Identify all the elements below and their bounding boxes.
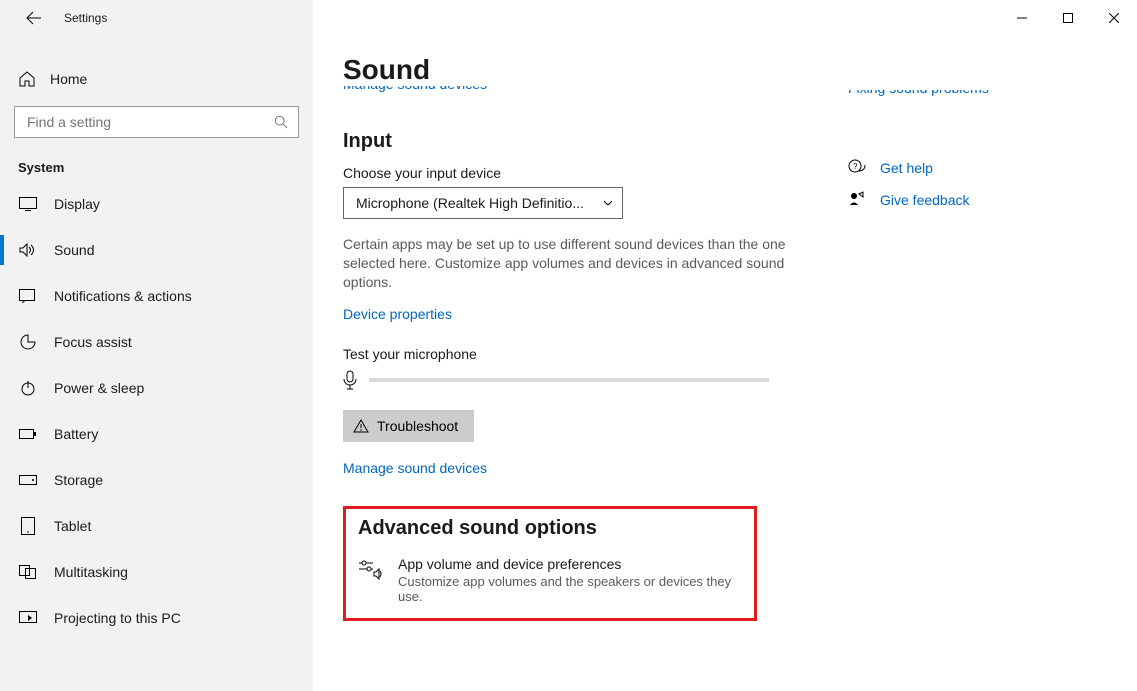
back-button[interactable] [16, 0, 52, 36]
input-section-heading: Input [343, 130, 848, 153]
chevron-down-icon [602, 197, 614, 209]
chat-help-icon: ? [848, 159, 866, 177]
search-input[interactable] [25, 113, 274, 131]
search-icon [274, 115, 288, 129]
manage-sound-devices-link[interactable]: Manage sound devices [343, 460, 848, 476]
advanced-sound-options-highlight: Advanced sound options App volume and de… [343, 506, 757, 621]
advanced-section-heading: Advanced sound options [358, 517, 742, 540]
get-help-link[interactable]: ? Get help [848, 152, 1098, 184]
tablet-icon [18, 517, 38, 535]
sidebar-item-label: Tablet [54, 518, 91, 534]
sidebar-item-label: Display [54, 196, 100, 212]
choose-input-label: Choose your input device [343, 165, 848, 181]
sidebar-item-projecting[interactable]: Projecting to this PC [0, 595, 313, 641]
sidebar-item-label: Focus assist [54, 334, 132, 350]
content-area: Sound Manage sound devices Input Choose … [313, 0, 1137, 691]
display-icon [18, 197, 38, 211]
give-feedback-link[interactable]: Give feedback [848, 184, 1098, 216]
troubleshoot-label: Troubleshoot [377, 418, 458, 434]
home-icon [18, 70, 36, 88]
titlebar: Settings [0, 0, 313, 36]
input-device-dropdown[interactable]: Microphone (Realtek High Definitio... [343, 187, 623, 219]
sidebar-item-multitasking[interactable]: Multitasking [0, 549, 313, 595]
microphone-icon [343, 370, 357, 390]
svg-text:?: ? [853, 162, 858, 171]
focus-assist-icon [18, 334, 38, 350]
window-title: Settings [64, 11, 107, 25]
back-arrow-icon [26, 10, 42, 26]
projecting-icon [18, 611, 38, 625]
feedback-icon [848, 191, 866, 209]
sidebar-item-label: Storage [54, 472, 103, 488]
adv-item-desc: Customize app volumes and the speakers o… [398, 574, 742, 604]
mic-level-bar [369, 378, 769, 382]
sidebar-nav: Display Sound Notifications & actions Fo… [0, 181, 313, 641]
app-volume-preferences-item[interactable]: App volume and device preferences Custom… [358, 556, 742, 604]
sidebar-item-notifications[interactable]: Notifications & actions [0, 273, 313, 319]
sidebar-home[interactable]: Home [0, 58, 313, 100]
search-box[interactable] [14, 106, 299, 138]
sidebar-item-label: Sound [54, 242, 94, 258]
sliders-icon [358, 558, 382, 580]
storage-icon [18, 475, 38, 485]
sidebar-group-label: System [18, 160, 313, 175]
test-mic-label: Test your microphone [343, 346, 848, 362]
notifications-icon [18, 289, 38, 303]
manage-sound-devices-link-top[interactable]: Manage sound devices [343, 86, 848, 94]
device-properties-link[interactable]: Device properties [343, 306, 848, 322]
sidebar: Settings Home System Display Sound Notif… [0, 0, 313, 691]
page-title: Sound [343, 54, 848, 86]
sidebar-item-label: Projecting to this PC [54, 610, 181, 626]
sidebar-item-display[interactable]: Display [0, 181, 313, 227]
sidebar-item-label: Multitasking [54, 564, 128, 580]
minimize-button[interactable] [999, 4, 1045, 32]
sidebar-item-storage[interactable]: Storage [0, 457, 313, 503]
sidebar-item-label: Notifications & actions [54, 288, 192, 304]
sidebar-item-label: Power & sleep [54, 380, 144, 396]
warning-icon [353, 419, 369, 433]
power-icon [18, 380, 38, 396]
sidebar-item-sound[interactable]: Sound [0, 227, 313, 273]
right-panel: Fixing sound problems ? Get help Give fe… [848, 32, 1098, 691]
close-button[interactable] [1091, 4, 1137, 32]
fixing-sound-problems-link[interactable]: Fixing sound problems [848, 90, 1098, 98]
maximize-button[interactable] [1045, 4, 1091, 32]
window-controls [313, 0, 1137, 32]
main-panel: Sound Manage sound devices Input Choose … [343, 32, 848, 691]
home-label: Home [50, 71, 87, 87]
sidebar-item-tablet[interactable]: Tablet [0, 503, 313, 549]
adv-item-title: App volume and device preferences [398, 556, 742, 572]
sidebar-item-power-sleep[interactable]: Power & sleep [0, 365, 313, 411]
troubleshoot-button[interactable]: Troubleshoot [343, 410, 474, 442]
sound-icon [18, 243, 38, 257]
input-device-value: Microphone (Realtek High Definitio... [356, 195, 584, 211]
battery-icon [18, 428, 38, 440]
sidebar-item-battery[interactable]: Battery [0, 411, 313, 457]
input-description: Certain apps may be set up to use differ… [343, 235, 788, 292]
sidebar-item-focus-assist[interactable]: Focus assist [0, 319, 313, 365]
multitasking-icon [18, 565, 38, 579]
mic-test-row [343, 370, 848, 390]
sidebar-item-label: Battery [54, 426, 98, 442]
